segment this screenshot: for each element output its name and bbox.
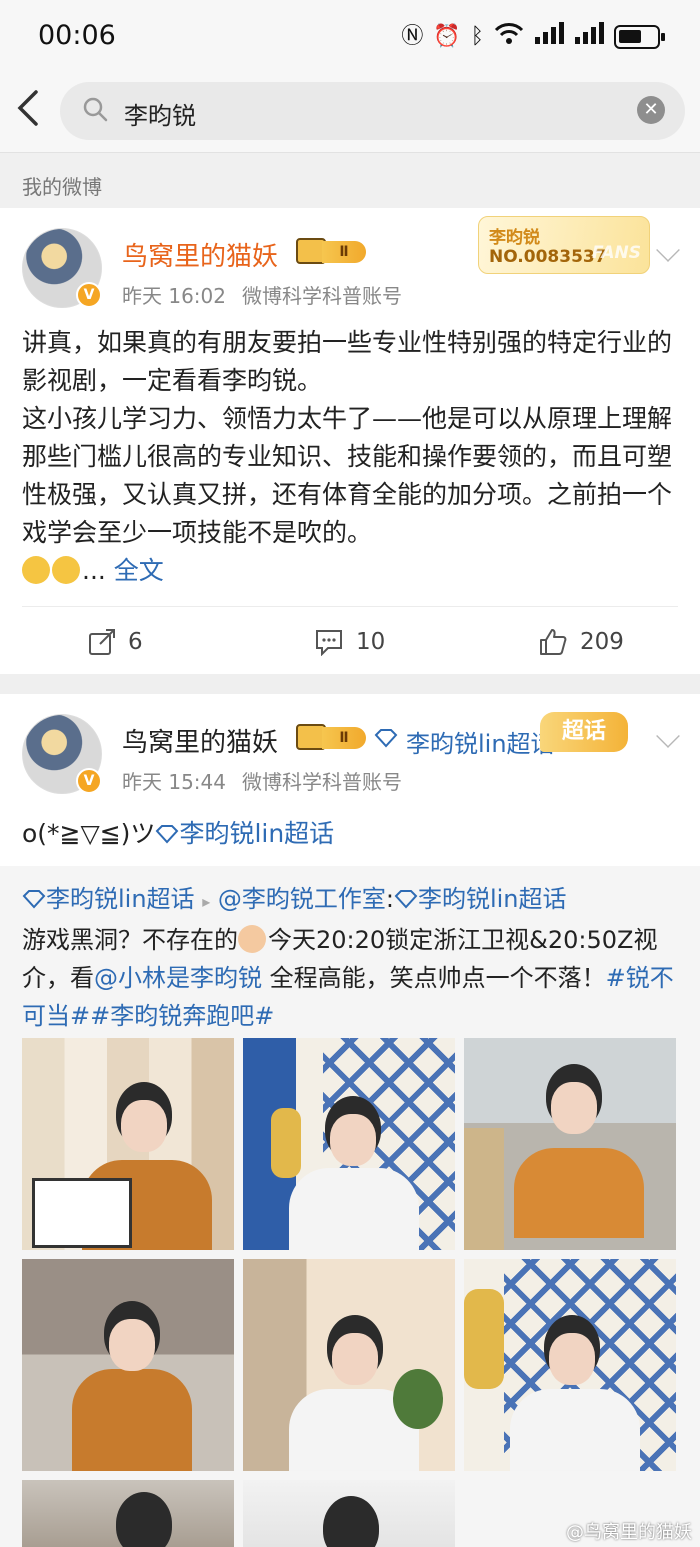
read-more-link[interactable]: 全文 (114, 556, 164, 585)
status-bar: 00:06 Ⓝ ⏰ ᛒ (0, 0, 700, 70)
diamond-topic-icon (394, 890, 418, 909)
post-card[interactable]: V 鸟窝里的猫妖 Ⅱ 李昀锐lin超话 超话 昨天 15:44 微博科学科普账号 … (0, 694, 700, 1547)
topic-link[interactable]: 李昀锐lin超话 (46, 885, 195, 913)
clear-icon[interactable]: ✕ (637, 96, 665, 124)
post-time: 昨天 15:44 (122, 770, 226, 794)
fans-badge-word: FANS (591, 243, 641, 263)
repost-icon (89, 629, 115, 655)
status-time: 00:06 (38, 20, 116, 51)
chevron-down-icon[interactable] (656, 724, 680, 748)
photo-thumbnail[interactable] (22, 1038, 234, 1250)
section-header: 我的微博 (0, 152, 700, 208)
scream-emoji-icon (22, 556, 50, 584)
alarm-icon: ⏰ (433, 23, 461, 49)
post-meta: 昨天 15:44 微博科学科普账号 (122, 766, 402, 795)
repost-button[interactable]: 6 (88, 628, 143, 656)
post-source: 微博科学科普账号 (242, 284, 402, 308)
search-query: 李昀锐 (124, 102, 196, 130)
arrow-icon: ▸ (202, 892, 211, 911)
author-link[interactable]: @李昀锐工作室 (218, 885, 386, 913)
post-card[interactable]: V 鸟窝里的猫妖 Ⅱ 昨天 16:02 微博科学科普账号 李昀锐 NO.00835… (0, 208, 700, 674)
battery-icon (614, 24, 665, 49)
action-bar: 6 10 209 (0, 618, 700, 668)
signal-icon (574, 22, 604, 51)
verified-badge-icon: V (76, 282, 102, 308)
repost-count: 6 (128, 629, 143, 655)
watermark: @鸟窝里的猫妖 (566, 1522, 692, 1543)
username[interactable]: 鸟窝里的猫妖 (122, 722, 278, 759)
photo-thumbnail[interactable] (243, 1259, 455, 1471)
diamond-topic-icon (156, 825, 179, 844)
topic-link[interactable]: 李昀锐lin超话 (179, 819, 334, 848)
fans-badge[interactable]: 李昀锐 NO.0083537 FANS (478, 216, 650, 274)
verified-badge-icon: V (76, 768, 102, 794)
search-icon (83, 97, 108, 122)
photo-thumbnail[interactable] (22, 1259, 234, 1471)
vip-level: Ⅱ (322, 241, 366, 263)
repost-text: 李昀锐lin超话 ▸ @李昀锐工作室: 李昀锐lin超话 游戏黑洞？不存在的 今天2… (22, 880, 682, 1035)
photo-thumbnail[interactable] (243, 1480, 455, 1547)
topic-link[interactable]: 李昀锐lin超话 (406, 724, 555, 759)
status-icons: Ⓝ ⏰ ᛒ (401, 22, 665, 51)
photo-thumbnail[interactable] (243, 1038, 455, 1250)
like-count: 209 (580, 629, 624, 655)
post-paragraph: 讲真，如果真的有朋友要拍一些专业性特别强的特定行业的影视剧，一定看看李昀锐。 (22, 328, 673, 395)
search-header: 李昀锐 ✕ (0, 70, 700, 152)
diamond-topic-icon (22, 890, 46, 909)
post-source: 微博科学科普账号 (242, 770, 402, 794)
post-text[interactable]: 讲真，如果真的有朋友要拍一些专业性特别强的特定行业的影视剧，一定看看李昀锐。 这… (22, 324, 682, 590)
post-emoticon: o(*≧▽≦)ツ (22, 819, 156, 848)
search-input[interactable]: 李昀锐 ✕ (60, 82, 685, 140)
section-title: 我的微博 (22, 175, 102, 199)
comment-button[interactable]: 10 (314, 628, 385, 656)
vip-level: Ⅱ (322, 727, 366, 749)
repost-line: 游戏黑洞？不存在的 (22, 926, 238, 954)
repost-line: 全程高能，笑点帅点一个不落！ (262, 964, 606, 992)
post-text[interactable]: o(*≧▽≦)ツ 李昀锐lin超话 (22, 814, 334, 850)
photo-thumbnail[interactable] (464, 1038, 676, 1250)
chaohua-badge[interactable]: 超话 (540, 712, 628, 752)
repost-block[interactable]: 李昀锐lin超话 ▸ @李昀锐工作室: 李昀锐lin超话 游戏黑洞？不存在的 今天2… (0, 866, 700, 1547)
bluetooth-icon: ᛒ (470, 23, 484, 49)
fans-badge-name: 李昀锐 (489, 228, 540, 248)
fans-badge-number: NO.0083537 (489, 247, 607, 267)
back-button[interactable] (14, 88, 48, 132)
scream-emoji-icon (52, 556, 80, 584)
post-meta: 昨天 16:02 微博科学科普账号 (122, 280, 402, 309)
person-emoji-icon (238, 925, 266, 953)
colon: : (385, 885, 394, 913)
diamond-topic-icon (374, 729, 398, 748)
repost-header: 李昀锐lin超话 ▸ @李昀锐工作室: 李昀锐lin超话 (22, 880, 682, 921)
post-time: 昨天 16:02 (122, 284, 226, 308)
post-tail: ... 全文 (22, 552, 682, 590)
divider (22, 606, 678, 607)
comment-icon (316, 630, 342, 656)
chevron-down-icon[interactable] (656, 238, 680, 262)
mention-link[interactable]: @小林是李昀锐 (94, 964, 262, 992)
thumbs-up-icon (540, 629, 567, 655)
photo-thumbnail[interactable] (464, 1259, 676, 1471)
signal-icon (534, 22, 564, 51)
photo-thumbnail[interactable] (22, 1480, 234, 1547)
vip-badge[interactable]: Ⅱ (296, 724, 366, 750)
ellipsis: ... (82, 556, 106, 585)
repost-body: 游戏黑洞？不存在的 今天20:20锁定浙江卫视&20:50Z视介，看@小林是李昀锐… (22, 921, 682, 1035)
username[interactable]: 鸟窝里的猫妖 (122, 236, 278, 273)
nfc-icon: Ⓝ (401, 23, 424, 49)
vip-badge[interactable]: Ⅱ (296, 238, 366, 264)
wifi-icon (494, 22, 524, 51)
comment-count: 10 (356, 629, 386, 655)
post-paragraph: 这小孩儿学习力、领悟力太牛了——他是可以从原理上理解那些门槛儿很高的专业知识、技… (22, 404, 673, 547)
back-arrow-icon (17, 90, 38, 126)
like-button[interactable]: 209 (538, 628, 624, 656)
topic-link[interactable]: 李昀锐lin超话 (418, 885, 567, 913)
